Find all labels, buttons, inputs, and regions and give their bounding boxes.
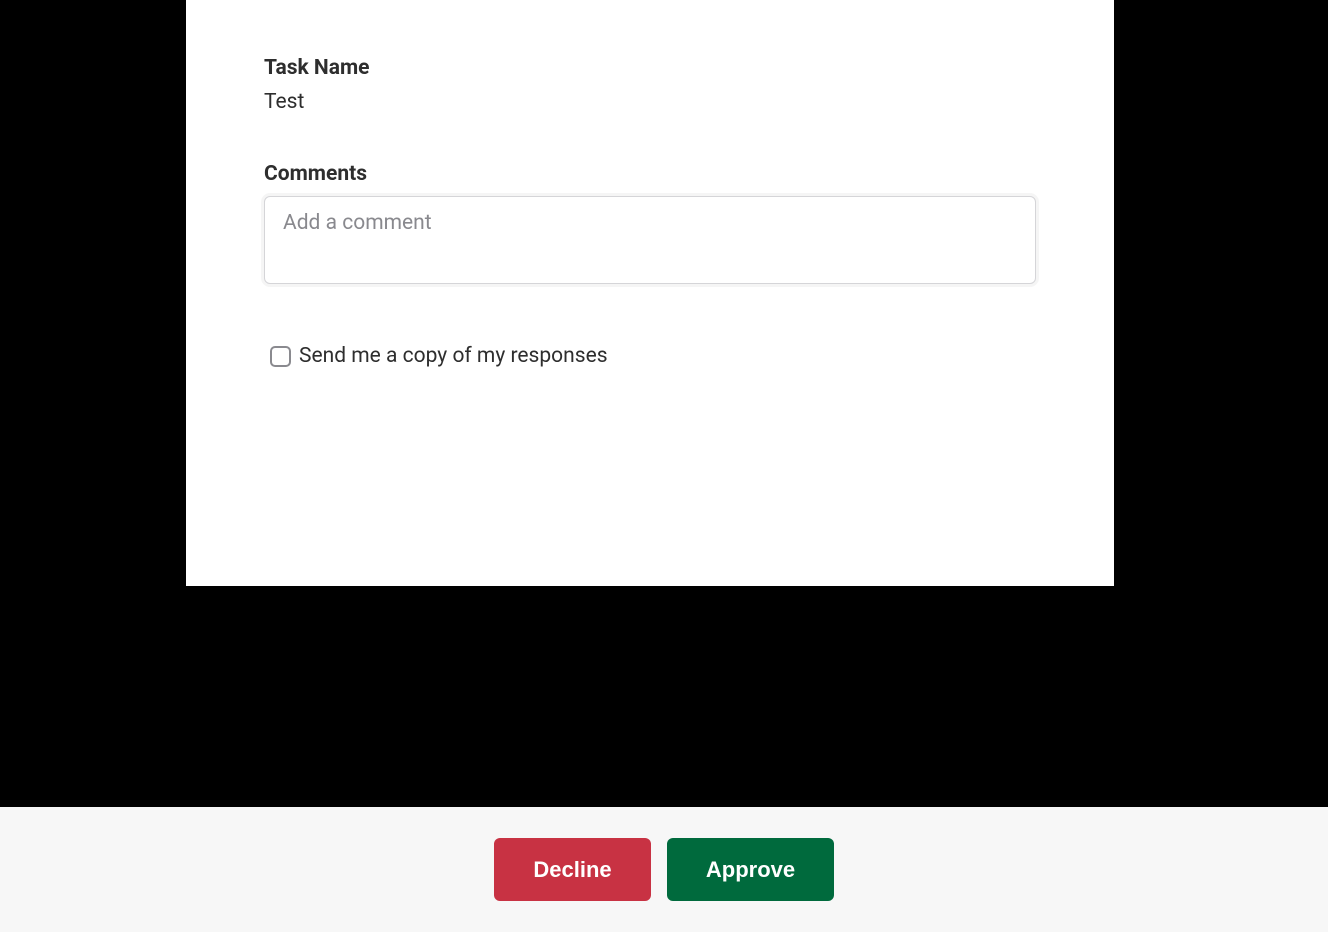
- send-copy-checkbox[interactable]: [270, 346, 291, 367]
- send-copy-row: Send me a copy of my responses: [264, 344, 1036, 368]
- comments-input[interactable]: [264, 196, 1036, 284]
- send-copy-label[interactable]: Send me a copy of my responses: [299, 344, 608, 368]
- comments-label: Comments: [264, 162, 1036, 186]
- task-name-label: Task Name: [264, 56, 1036, 80]
- approve-button[interactable]: Approve: [667, 838, 834, 901]
- comments-field-wrap: [264, 196, 1036, 288]
- action-footer: Decline Approve: [0, 807, 1328, 932]
- decline-button[interactable]: Decline: [494, 838, 651, 901]
- task-name-value: Test: [264, 90, 1036, 114]
- form-card: Task Name Test Comments Send me a copy o…: [186, 0, 1114, 586]
